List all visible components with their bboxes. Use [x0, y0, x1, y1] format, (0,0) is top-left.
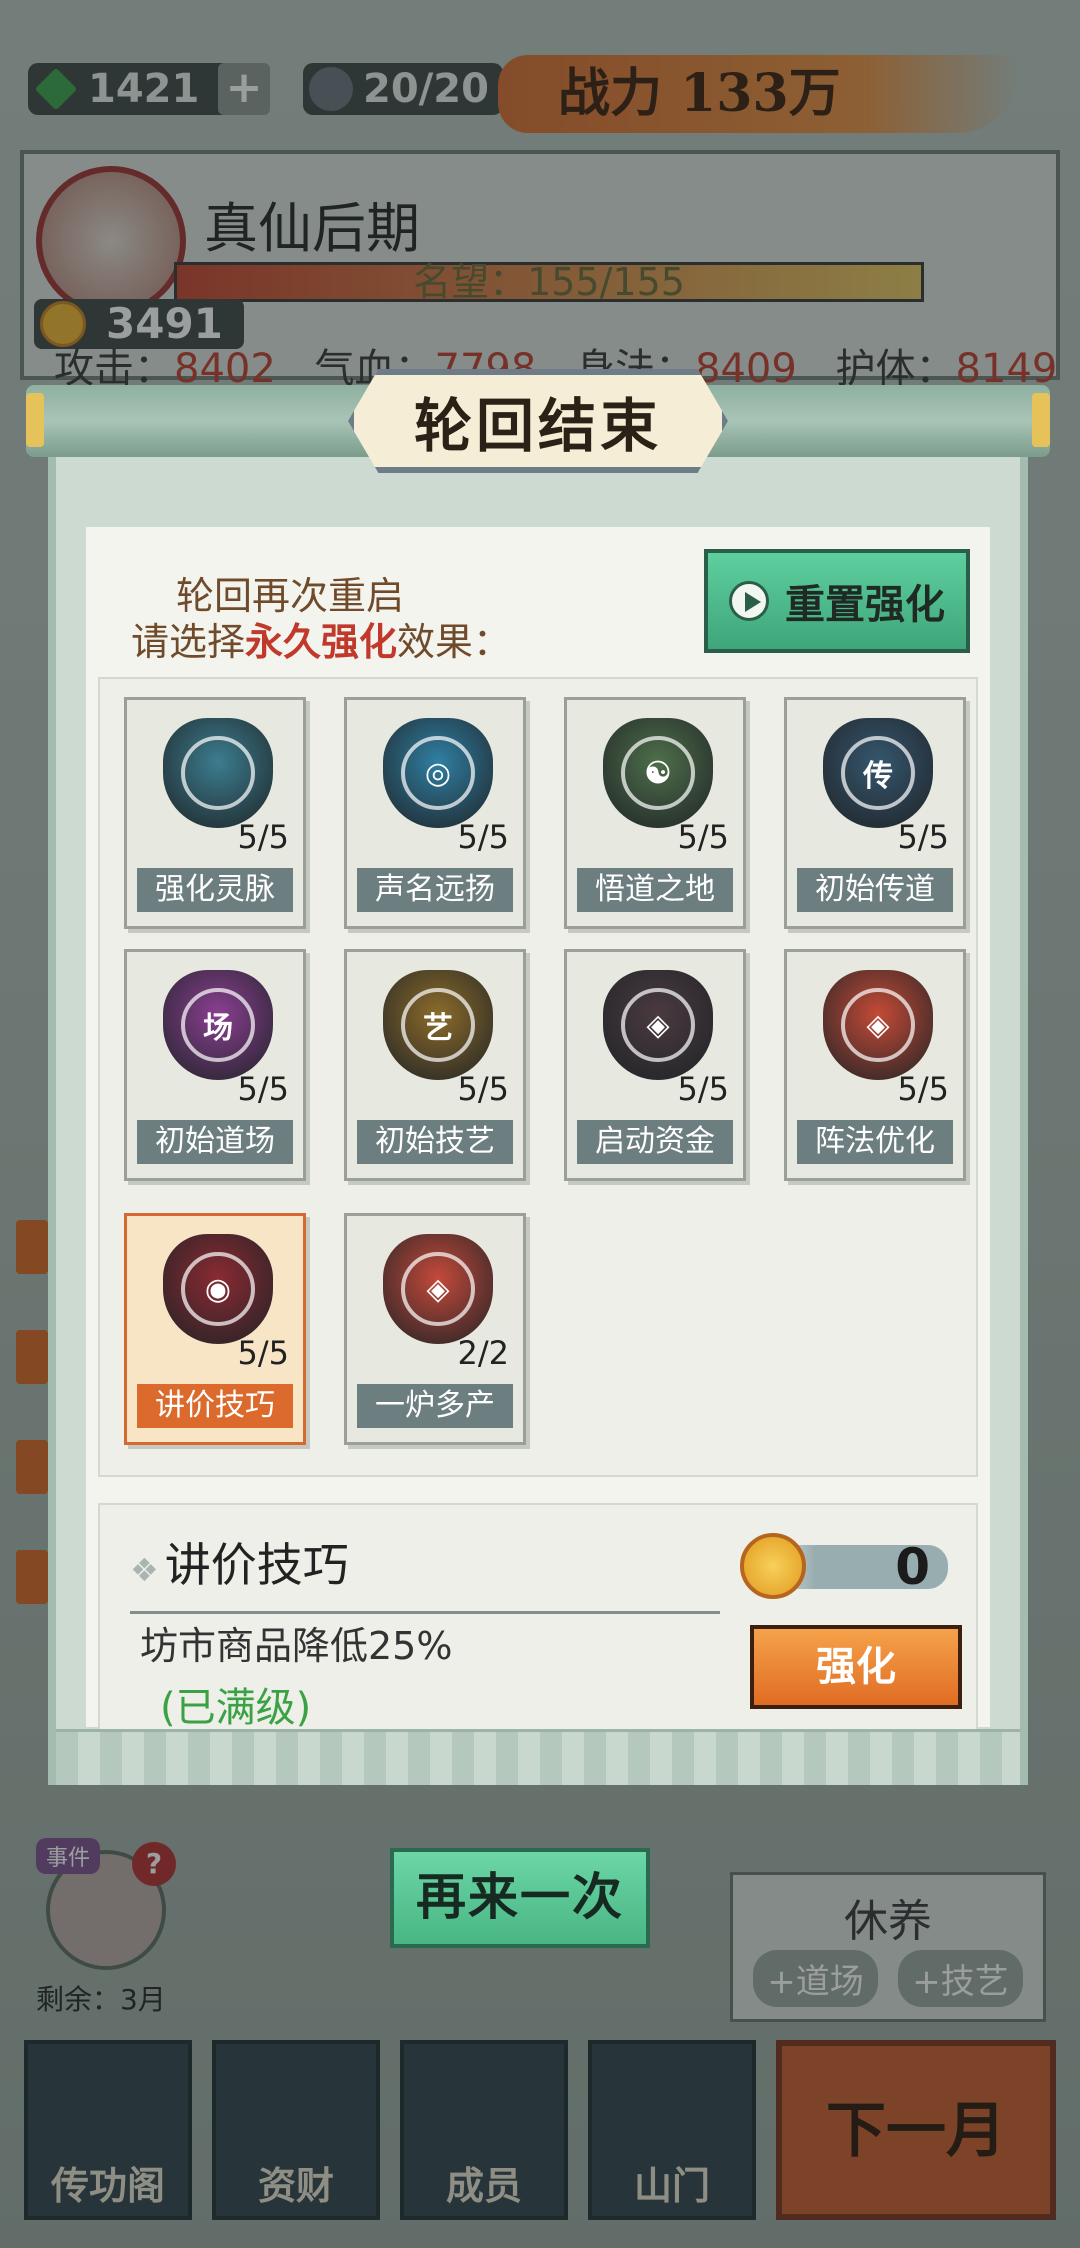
upgrade-grid: 5/5 强化灵脉 ◎ 5/5 声名远扬 ☯ 5/5 悟道之地传 5/5 初始传道场 5/5 初始道场艺… — [98, 677, 978, 1477]
upgrade-name: 初始道场 — [137, 1120, 293, 1164]
emblem-glyph: 传 — [863, 759, 893, 794]
emblem-glyph: ☯ — [644, 755, 672, 791]
upgrade-level: 5/5 — [237, 818, 290, 856]
strengthen-button[interactable]: 强化 — [750, 1625, 962, 1709]
upgrade-emblem-icon — [163, 718, 273, 828]
upgrade-level: 5/5 — [457, 1070, 510, 1108]
upgrade-name: 阵法优化 — [797, 1120, 953, 1164]
play-again-button[interactable]: 再来一次 — [390, 1848, 650, 1948]
diamond-icon: ❖ — [130, 1551, 159, 1589]
upgrade-emblem-icon: ◈ — [823, 970, 933, 1080]
dialog-paper: 轮回再次重启 请选择永久强化效果： 重置强化 5/5 强化灵脉 ◎ 5/5 声名远扬 ☯ 5… — [86, 527, 990, 1757]
title-plaque: 轮回结束 — [348, 369, 728, 473]
upgrade-name: 一炉多产 — [357, 1384, 513, 1428]
upgrade-card[interactable]: ☯ 5/5 悟道之地 — [564, 697, 746, 929]
upgrade-card[interactable]: ◉ 5/5 讲价技巧 — [124, 1213, 306, 1445]
intro-text: 请选择 — [131, 620, 246, 664]
upgrade-name: 声名远扬 — [357, 868, 513, 912]
upgrade-level: 5/5 — [237, 1334, 290, 1372]
dialog-panel: 轮回再次重启 请选择永久强化效果： 重置强化 5/5 强化灵脉 ◎ 5/5 声名远扬 ☯ 5… — [48, 445, 1028, 1785]
detail-description: 坊市商品降低25% — [140, 1624, 453, 1668]
upgrade-level: 5/5 — [897, 818, 950, 856]
upgrade-level: 5/5 — [457, 818, 510, 856]
upgrade-emblem-icon: ◈ — [383, 1234, 493, 1344]
reincarnation-dialog: 轮回再次重启 请选择永久强化效果： 重置强化 5/5 强化灵脉 ◎ 5/5 声名远扬 ☯ 5… — [26, 369, 1050, 1805]
upgrade-name: 初始传道 — [797, 868, 953, 912]
upgrade-card[interactable]: ◈ 5/5 启动资金 — [564, 949, 746, 1181]
upgrade-emblem-icon: ◉ — [163, 1234, 273, 1344]
upgrade-emblem-icon: 艺 — [383, 970, 493, 1080]
upgrade-card[interactable]: ◈ 2/2 一炉多产 — [344, 1213, 526, 1445]
upgrade-level: 5/5 — [677, 1070, 730, 1108]
intro-line-2: 请选择永久强化效果： — [131, 611, 511, 666]
upgrade-name: 悟道之地 — [577, 868, 733, 912]
emblem-glyph: ◈ — [426, 1271, 450, 1307]
upgrade-name: 初始技艺 — [357, 1120, 513, 1164]
upgrade-level: 5/5 — [237, 1070, 290, 1108]
emblem-glyph: ◈ — [646, 1007, 670, 1043]
upgrade-card[interactable]: 艺 5/5 初始技艺 — [344, 949, 526, 1181]
upgrade-emblem-icon: 场 — [163, 970, 273, 1080]
emblem-glyph: ◎ — [424, 755, 452, 791]
detail-name: 讲价技巧 — [164, 1538, 349, 1592]
emblem-glyph: 艺 — [423, 1011, 453, 1046]
upgrade-name: 强化灵脉 — [137, 868, 293, 912]
intro-text: 效果： — [397, 620, 512, 664]
emblem-glyph: 场 — [203, 1011, 233, 1046]
upgrade-level: 2/2 — [457, 1334, 510, 1372]
play-icon — [729, 581, 769, 621]
upgrade-emblem-icon: 传 — [823, 718, 933, 828]
upgrade-card[interactable]: ◈ 5/5 阵法优化 — [784, 949, 966, 1181]
scroll-border — [56, 1729, 1020, 1785]
upgrade-card[interactable]: 传 5/5 初始传道 — [784, 697, 966, 929]
reset-label: 重置强化 — [785, 582, 945, 628]
upgrade-emblem-icon: ◈ — [603, 970, 713, 1080]
emblem-glyph: ◉ — [204, 1271, 232, 1307]
reset-strengthen-button[interactable]: 重置强化 — [704, 549, 970, 653]
dialog-title: 轮回结束 — [413, 392, 662, 460]
upgrade-detail: ❖ 讲价技巧 坊市商品降低25% (已满级) 0 强化 — [98, 1503, 978, 1757]
upgrade-level: 5/5 — [897, 1070, 950, 1108]
upgrade-name: 讲价技巧 — [137, 1384, 293, 1428]
upgrade-card[interactable]: 5/5 强化灵脉 — [124, 697, 306, 929]
emblem-glyph: ◈ — [866, 1007, 890, 1043]
upgrade-card[interactable]: ◎ 5/5 声名远扬 — [344, 697, 526, 929]
upgrade-emblem-icon: ◎ — [383, 718, 493, 828]
intro-highlight: 永久强化 — [245, 620, 398, 664]
upgrade-card[interactable]: 场 5/5 初始道场 — [124, 949, 306, 1181]
upgrade-emblem-icon: ☯ — [603, 718, 713, 828]
upgrade-level: 5/5 — [677, 818, 730, 856]
coin-icon — [740, 1533, 806, 1599]
max-level-status: (已满级) — [160, 1685, 312, 1731]
upgrade-name: 启动资金 — [577, 1120, 733, 1164]
detail-title: ❖ 讲价技巧 — [130, 1529, 720, 1614]
